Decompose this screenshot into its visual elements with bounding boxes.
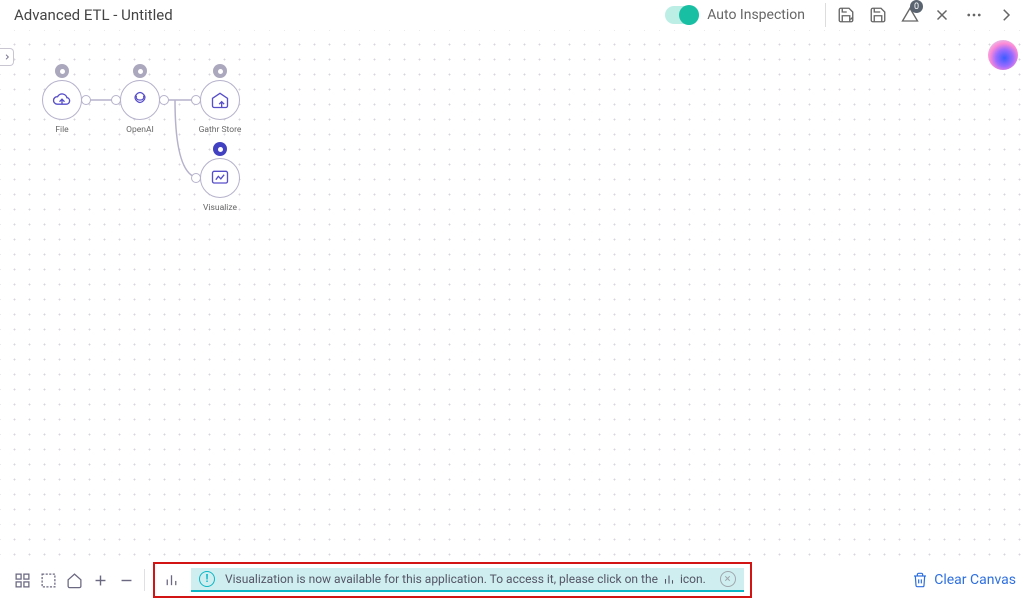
ai-assistant-bubble[interactable] — [988, 40, 1018, 70]
notification-close-icon[interactable] — [720, 571, 736, 587]
notification-text: Visualization is now available for this … — [225, 572, 706, 586]
more-icon[interactable] — [962, 3, 986, 27]
header-actions: Auto Inspection 0 — [665, 3, 1018, 27]
visualize-icon — [200, 158, 240, 198]
port[interactable] — [191, 173, 201, 183]
save-as-icon[interactable] — [834, 3, 858, 27]
node-status-icon — [55, 64, 69, 78]
node-status-icon — [213, 142, 227, 156]
node-visualize[interactable]: Visualize — [196, 158, 244, 213]
view-controls — [12, 570, 136, 590]
home-icon[interactable] — [64, 570, 84, 590]
node-status-icon — [133, 64, 147, 78]
fit-icon[interactable] — [38, 570, 58, 590]
node-label: Visualize — [203, 203, 237, 213]
node-openai[interactable]: OpenAI — [116, 80, 164, 135]
notification-banner: ! Visualization is now available for thi… — [191, 568, 744, 592]
forward-icon[interactable] — [994, 3, 1018, 27]
node-label: Gathr Store — [199, 125, 242, 135]
clear-canvas-button[interactable]: Clear Canvas — [912, 572, 1016, 588]
divider — [825, 3, 826, 27]
port[interactable] — [111, 95, 121, 105]
auto-inspection-toggle[interactable] — [665, 6, 699, 24]
expand-palette-tab[interactable] — [0, 48, 14, 66]
openai-icon — [120, 80, 160, 120]
warnings-badge: 0 — [910, 0, 923, 13]
zoom-out-icon[interactable] — [116, 570, 136, 590]
page-title: Advanced ETL - Untitled — [10, 6, 665, 24]
grid-icon[interactable] — [12, 570, 32, 590]
node-gathr-store[interactable]: Gathr Store — [196, 80, 244, 135]
save-icon[interactable] — [866, 3, 890, 27]
warnings-icon[interactable]: 0 — [898, 3, 922, 27]
auto-inspection-label: Auto Inspection — [707, 7, 805, 23]
zoom-in-icon[interactable] — [90, 570, 110, 590]
visualization-icon[interactable] — [161, 570, 181, 590]
port[interactable] — [159, 95, 169, 105]
chart-icon — [662, 572, 676, 586]
canvas[interactable]: File OpenAI Gathr Store Visualize — [0, 30, 1028, 562]
port[interactable] — [191, 95, 201, 105]
node-label: File — [55, 125, 68, 135]
toggle-knob — [679, 5, 699, 25]
file-icon — [42, 80, 82, 120]
store-icon — [200, 80, 240, 120]
divider — [144, 569, 145, 591]
port[interactable] — [81, 95, 91, 105]
node-status-icon — [213, 64, 227, 78]
clear-canvas-label: Clear Canvas — [934, 572, 1016, 588]
trash-icon — [912, 572, 928, 588]
info-icon: ! — [199, 571, 215, 587]
node-file[interactable]: File — [38, 80, 86, 135]
close-icon[interactable] — [930, 3, 954, 27]
node-label: OpenAI — [126, 125, 154, 135]
highlighted-region: ! Visualization is now available for thi… — [153, 562, 752, 598]
bottom-toolbar: ! Visualization is now available for thi… — [0, 562, 1028, 598]
top-toolbar: Advanced ETL - Untitled Auto Inspection … — [0, 0, 1028, 30]
